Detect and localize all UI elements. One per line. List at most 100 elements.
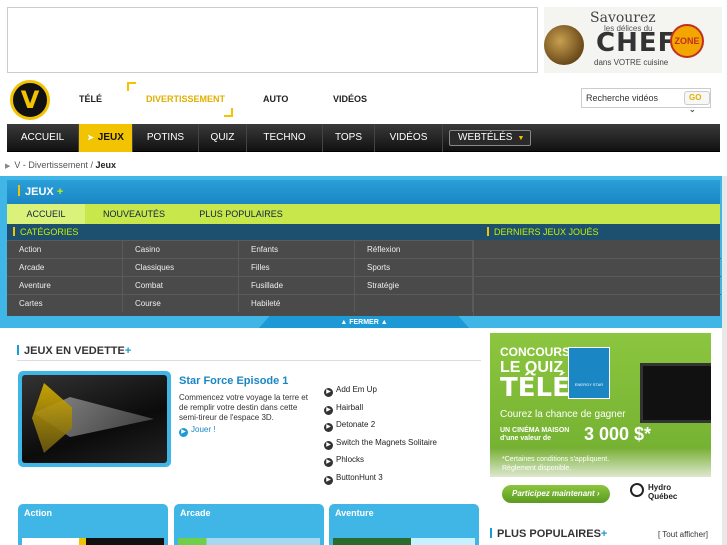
tab-jeux-label: JEUX [97, 132, 124, 143]
category-sports[interactable]: Sports [355, 258, 473, 276]
topnav-tele[interactable]: TÉLÉ [79, 94, 102, 104]
featured-title-text: JEUX EN VEDETTE [24, 345, 125, 357]
main-nav: ACCUEIL ➤ JEUX POTINS QUIZ TECHNO TOPS VI… [7, 124, 720, 152]
topnav-divertissement[interactable]: DIVERTISSEMENT [146, 94, 225, 104]
category-filles[interactable]: Filles [239, 258, 355, 276]
play-label: Jouer ! [191, 425, 216, 434]
category-strategie[interactable]: Stratégie [355, 276, 473, 294]
section-divider [17, 360, 481, 361]
game-link[interactable]: ▶ ButtonHunt 3 [324, 473, 383, 485]
close-panel-button[interactable]: ▲ FERMER ▲ [259, 316, 469, 328]
category-card-aventure[interactable]: Aventure [329, 504, 479, 545]
show-all-link[interactable]: [ Tout afficher] [658, 530, 708, 539]
page-edge-strip [722, 176, 727, 545]
plus-icon[interactable]: + [125, 345, 131, 357]
promo-cond-line1: *Certaines conditions s'appliquent. [502, 456, 610, 463]
category-reflexion[interactable]: Réflexion [355, 240, 473, 258]
games-title[interactable]: JEUX + [18, 185, 63, 198]
energy-star-logo: ENERGY STAR [568, 347, 610, 399]
category-empty [355, 294, 473, 312]
promo-tele: TÉLÉ [500, 373, 570, 403]
play-icon: ▶ [324, 441, 333, 450]
webteles-dropdown[interactable]: WEBTÉLÉS ▼ [449, 130, 532, 146]
zone-logo: ZONE [670, 24, 704, 58]
category-cartes[interactable]: Cartes [7, 294, 123, 312]
tab-techno[interactable]: TECHNO [247, 124, 323, 152]
featured-game-title[interactable]: Star Force Episode 1 [179, 375, 288, 387]
top-banner-ad[interactable] [7, 7, 538, 73]
game-link-label: Hairball [336, 403, 364, 412]
category-habilete[interactable]: Habileté [239, 294, 355, 312]
site-logo[interactable]: V [10, 80, 50, 120]
category-classiques[interactable]: Classiques [123, 258, 239, 276]
tab-potins[interactable]: POTINS [133, 124, 199, 152]
subtab-plus-populaires[interactable]: PLUS POPULAIRES [183, 204, 299, 224]
recent-row-divider [474, 294, 721, 295]
chevron-down-icon: ⌄ [689, 105, 696, 114]
game-link[interactable]: ▶ Phlocks [324, 455, 364, 467]
plus-icon[interactable]: + [601, 528, 607, 540]
game-link-label: ButtonHunt 3 [336, 473, 383, 482]
search-go-button[interactable]: GO ⌄ [684, 91, 710, 114]
participate-button[interactable]: Participez maintenant › [502, 485, 610, 503]
tab-quiz[interactable]: QUIZ [199, 124, 247, 152]
category-action[interactable]: Action [7, 240, 123, 258]
category-card-title: Action [24, 508, 52, 518]
promo-concours: CONCOURS [500, 345, 571, 359]
game-link-label: Phlocks [336, 455, 365, 464]
recent-games-label: DERNIERS JEUX JOUÉS [487, 227, 599, 237]
popular-title-text: PLUS POPULAIRES [497, 528, 601, 540]
tab-jeux[interactable]: ➤ JEUX [79, 124, 133, 152]
arrow-right-icon: ➤ [87, 133, 94, 142]
active-bracket-bottom [224, 108, 233, 117]
category-card-title: Arcade [180, 508, 211, 518]
game-link-label: Switch the Magnets Solitaire [336, 438, 437, 447]
search-box: GO ⌄ [581, 88, 711, 114]
games-title-text: JEUX [25, 186, 54, 198]
category-card-title: Aventure [335, 508, 374, 518]
tab-videos[interactable]: VIDÉOS [375, 124, 443, 152]
search-go-label: GO [689, 93, 702, 102]
promo-cond-line2: Règlement disponible. [502, 465, 572, 472]
tab-accueil[interactable]: ACCUEIL [7, 124, 79, 152]
play-icon: ▶ [324, 476, 333, 485]
games-subtabs: ACCUEIL NOUVEAUTÉS PLUS POPULAIRES [7, 204, 720, 224]
category-combat[interactable]: Combat [123, 276, 239, 294]
chef-ad[interactable]: Savourez les délices du CHEF dans VOTRE … [544, 7, 722, 73]
game-link[interactable]: ▶ Switch the Magnets Solitaire [324, 438, 437, 450]
promo-prize-line1: UN CINÉMA MAISON [500, 427, 570, 434]
category-card-thumbnails [22, 538, 164, 545]
subtab-nouveautes[interactable]: NOUVEAUTÉS [85, 204, 183, 224]
game-link[interactable]: ▶ Hairball [324, 403, 363, 415]
subtab-accueil[interactable]: ACCUEIL [7, 204, 85, 224]
tab-tops[interactable]: TOPS [323, 124, 375, 152]
active-bracket-top [127, 82, 136, 91]
recent-games-list [473, 240, 721, 316]
category-enfants[interactable]: Enfants [239, 240, 355, 258]
category-card-thumbnails [333, 538, 475, 545]
recent-row-divider [474, 258, 721, 259]
category-arcade[interactable]: Arcade [7, 258, 123, 276]
topnav-videos[interactable]: VIDÉOS [333, 94, 367, 104]
breadcrumb-parent[interactable]: V - Divertissement [14, 160, 88, 170]
promo-prize-label: UN CINÉMA MAISON d'une valeur de [500, 427, 569, 443]
category-aventure[interactable]: Aventure [7, 276, 123, 294]
game-link[interactable]: ▶ Add Em Up [324, 385, 377, 397]
quiz-tele-promo-ad[interactable]: CONCOURS LE QUIZ TÉLÉ ENERGY STAR Courez… [490, 333, 711, 511]
category-course[interactable]: Course [123, 294, 239, 312]
game-link[interactable]: ▶ Detonate 2 [324, 420, 375, 432]
plus-icon: + [56, 186, 64, 198]
brand-line1: Hydro [648, 483, 672, 492]
spaceship-image [22, 375, 167, 463]
category-fusillade[interactable]: Fusillade [239, 276, 355, 294]
play-icon: ▶ [324, 458, 333, 467]
search-input[interactable] [582, 89, 682, 107]
breadcrumb: ▶ V - Divertissement / Jeux [5, 160, 116, 170]
featured-game-thumbnail[interactable] [18, 371, 171, 467]
play-link[interactable]: ▶ Jouer ! [179, 425, 215, 437]
category-casino[interactable]: Casino [123, 240, 239, 258]
hydro-quebec-brand: Hydro Québec [648, 483, 677, 501]
topnav-auto[interactable]: AUTO [263, 94, 288, 104]
category-card-arcade[interactable]: Arcade [174, 504, 324, 545]
category-card-action[interactable]: Action [18, 504, 168, 545]
